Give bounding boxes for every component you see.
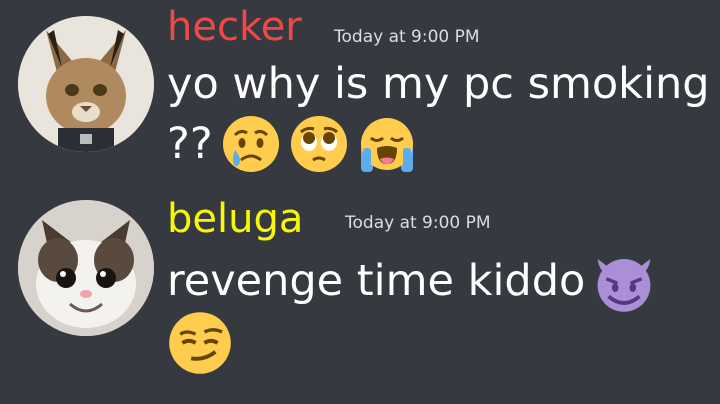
username[interactable]: beluga: [167, 196, 303, 242]
crying-face-icon: [221, 114, 281, 174]
message-text-line1: revenge time kiddo: [167, 256, 586, 306]
message-text-line1: yo why is my pc smoking: [167, 59, 710, 109]
message-line1: revenge time kiddo: [167, 250, 665, 312]
message-text-line2: ??: [167, 119, 213, 169]
timestamp: Today at 9:00 PM: [345, 213, 491, 233]
caracal-avatar-icon: [18, 16, 154, 152]
avatar-beluga[interactable]: [18, 200, 154, 336]
username[interactable]: hecker: [167, 4, 302, 50]
message-line2: [167, 310, 241, 376]
smirking-face-icon: [167, 310, 233, 376]
message-line2: ??: [167, 113, 425, 175]
beluga-cat-avatar-icon: [18, 200, 154, 336]
loudly-crying-face-icon: [357, 114, 417, 174]
smiling-devil-icon: [591, 248, 657, 314]
avatar-hecker[interactable]: [18, 16, 154, 152]
pleading-face-icon: [289, 114, 349, 174]
timestamp: Today at 9:00 PM: [334, 27, 480, 47]
